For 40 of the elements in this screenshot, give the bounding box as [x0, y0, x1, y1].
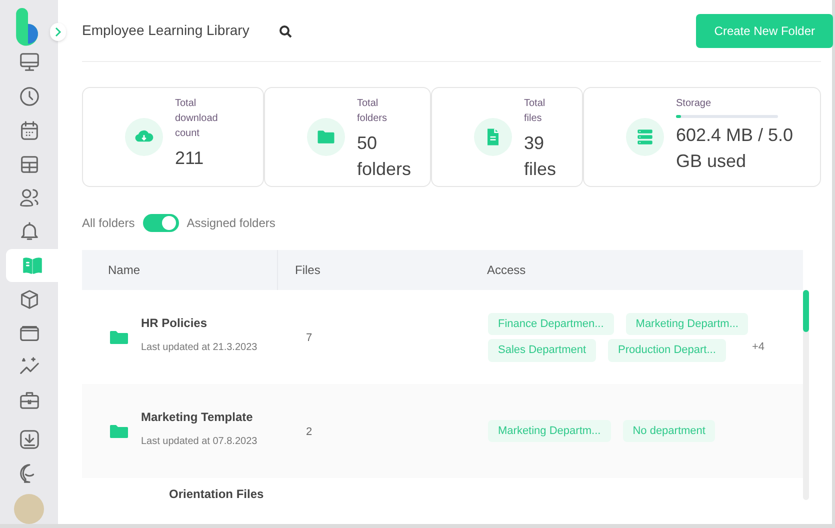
download-icon	[18, 428, 40, 451]
file-count: 7	[306, 332, 312, 344]
last-updated: Last updated at 07.8.2023	[141, 435, 258, 449]
stat-value: 50 folders	[357, 132, 412, 181]
folder-icon	[110, 329, 128, 345]
stat-label: Total files	[524, 97, 546, 126]
storage-icon	[626, 118, 664, 156]
users-icon	[18, 186, 40, 210]
last-updated: Last updated at 21.3.2023	[141, 341, 258, 355]
stat-label: Total folders	[357, 97, 388, 126]
folder-name[interactable]: HR Policies	[141, 314, 259, 332]
clock-icon	[18, 84, 40, 108]
folder-name[interactable]: Orientation Files	[169, 485, 264, 503]
folder-icon	[307, 118, 345, 156]
department-tag: No department	[622, 420, 716, 442]
stat-value: 602.4 MB / 5.0 GB used	[676, 124, 794, 173]
folder-name[interactable]: Marketing Template	[141, 408, 259, 426]
folder-toggle[interactable]	[142, 214, 179, 232]
file-icon	[474, 118, 512, 156]
search-icon[interactable]	[279, 25, 292, 38]
column-header: Files	[294, 262, 322, 279]
scrollbar[interactable]	[803, 290, 809, 500]
department-tag: Finance Departmen...	[488, 312, 614, 335]
stat-value: 39 files	[524, 132, 558, 181]
more-count: +4	[752, 340, 765, 355]
filter-label: Assigned folders	[186, 215, 276, 232]
department-tag: Production Depart...	[608, 339, 726, 362]
department-tag: Marketing Departm...	[488, 420, 611, 442]
expand-handle[interactable]	[50, 23, 66, 41]
page-title: Employee Learning Library	[82, 21, 250, 40]
column-header: Access	[486, 262, 527, 279]
stat-value: 211	[175, 147, 205, 170]
file-count: 2	[306, 426, 312, 438]
department-tag: Sales Department	[488, 339, 596, 362]
download-icon	[125, 118, 163, 156]
folder-icon	[110, 423, 128, 439]
department-tag: Marketing Departm...	[626, 312, 748, 335]
stat-label: Total download count	[175, 97, 219, 141]
stat-label: Storage	[676, 97, 712, 111]
filter-label: All folders	[82, 215, 135, 232]
